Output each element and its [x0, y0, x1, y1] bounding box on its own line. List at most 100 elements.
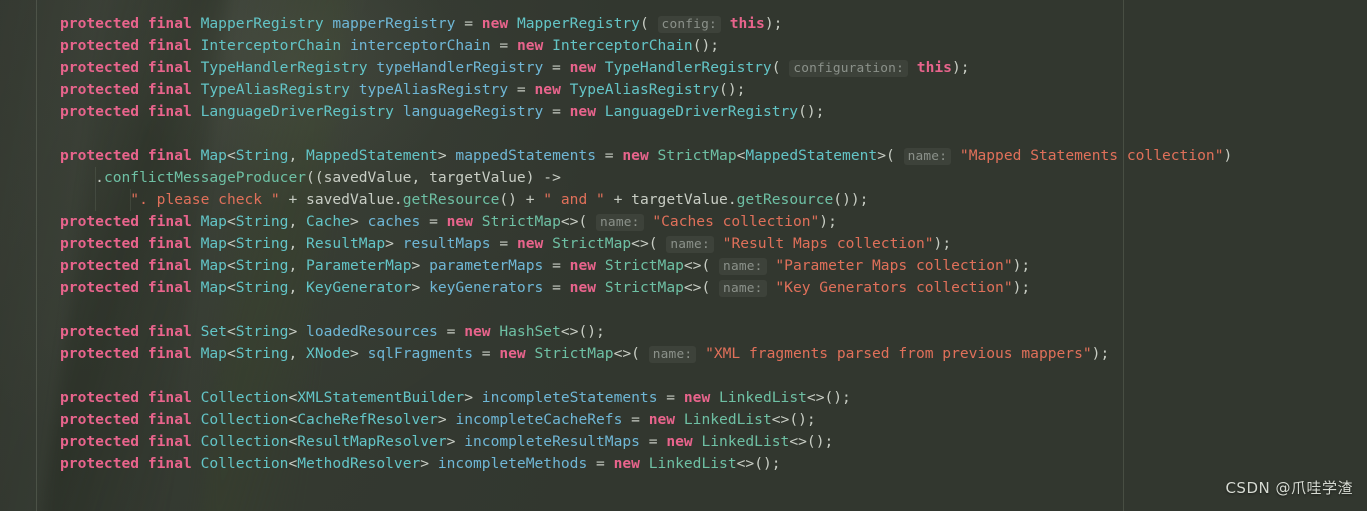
parameter-hint-chip[interactable]: name:: [596, 214, 644, 231]
code-token: "Caches collection": [652, 213, 820, 230]
code-token: <: [226, 147, 236, 164]
code-token: new: [622, 147, 649, 164]
code-token: ,: [288, 147, 307, 164]
line-result-maps[interactable]: protected final Map<String, ResultMap> r…: [0, 233, 1367, 255]
line-language-driver-registry[interactable]: protected final LanguageDriverRegistry l…: [0, 101, 1367, 123]
line-incomplete-cache-refs[interactable]: protected final Collection<CacheRefResol…: [0, 409, 1367, 431]
code-token: CacheRefResolver: [297, 411, 438, 428]
code-token: new: [516, 37, 544, 54]
code-token: Map: [200, 235, 227, 252]
code-token: incompleteCacheRefs: [455, 411, 623, 428]
code-token: protected final: [60, 257, 201, 274]
line-caches[interactable]: protected final Map<String, Cache> cache…: [0, 211, 1367, 233]
code-token: MapperRegistry: [516, 15, 640, 32]
line-interceptor-chain[interactable]: protected final InterceptorChain interce…: [0, 35, 1367, 57]
code-token: this: [916, 59, 952, 76]
code-token: MappedStatement: [306, 147, 438, 164]
line-type-alias-registry[interactable]: protected final TypeAliasRegistry typeAl…: [0, 79, 1367, 101]
code-token: new: [516, 235, 544, 252]
code-token: Cache: [306, 213, 350, 230]
code-token: >: [464, 389, 482, 406]
code-token: String: [235, 345, 289, 362]
code-token: ". please check ": [130, 191, 280, 208]
parameter-hint-chip[interactable]: config:: [657, 16, 721, 33]
code-token: ((: [306, 169, 324, 186]
code-token: TypeAliasRegistry: [200, 81, 350, 98]
line-sql-fragments[interactable]: protected final Map<String, XNode> sqlFr…: [0, 343, 1367, 365]
line-loaded-resources[interactable]: protected final Set<String> loadedResour…: [0, 321, 1367, 343]
code-token: new: [464, 323, 491, 340]
code-token: ResultMap: [306, 235, 386, 252]
parameter-hint-chip[interactable]: name:: [666, 236, 714, 253]
code-token: "Mapped Statements collection": [959, 147, 1224, 164]
code-token: "XML fragments parsed from previous mapp…: [705, 345, 1092, 362]
indent-guide: [95, 167, 96, 189]
line-mapped-statements[interactable]: protected final Map<String, MappedStatem…: [0, 145, 1367, 167]
indent-guide: [130, 189, 131, 211]
line-blank-2[interactable]: [0, 299, 1367, 321]
code-token: new: [569, 257, 597, 274]
code-token: Set: [200, 323, 227, 340]
code-token: protected final: [60, 389, 201, 406]
code-token: String: [235, 257, 289, 274]
parameter-hint-chip[interactable]: name:: [719, 258, 767, 275]
line-incomplete-statements[interactable]: protected final Collection<XMLStatementB…: [0, 387, 1367, 409]
code-token: >: [288, 323, 307, 340]
code-token: savedValue: [306, 191, 394, 208]
code-token: new: [666, 433, 693, 450]
code-token: StrictMap: [604, 257, 684, 274]
code-token: =: [508, 81, 535, 98]
code-token: );: [1012, 279, 1031, 296]
code-token: protected final: [60, 147, 201, 164]
code-token: <>();: [789, 433, 834, 450]
line-type-handler-registry[interactable]: protected final TypeHandlerRegistry type…: [0, 57, 1367, 79]
code-text-area[interactable]: protected final MapperRegistry mapperReg…: [0, 0, 1367, 497]
line-blank-1[interactable]: [0, 123, 1367, 145]
line-incomplete-result-maps[interactable]: protected final Collection<ResultMapReso…: [0, 431, 1367, 453]
code-token: XNode: [306, 345, 350, 362]
code-token: MethodResolver: [297, 455, 421, 472]
code-token: new: [534, 81, 561, 98]
code-token: +: [279, 191, 307, 208]
line-conflict-message-producer[interactable]: .conflictMessageProducer((savedValue, ta…: [0, 167, 1367, 189]
code-token: );: [933, 235, 952, 252]
code-token: .: [727, 191, 737, 208]
code-token: >: [446, 433, 465, 450]
code-token: languageRegistry: [402, 103, 544, 120]
line-key-generators[interactable]: protected final Map<String, KeyGenerator…: [0, 277, 1367, 299]
code-token: LanguageDriverRegistry: [200, 103, 394, 120]
code-token: new: [569, 103, 596, 120]
indent-guide: [95, 189, 96, 211]
line-conflict-message-body[interactable]: ". please check " + savedValue.getResour…: [0, 189, 1367, 211]
code-token: mappedStatements: [455, 147, 597, 164]
code-token: =: [455, 15, 482, 32]
line-parameter-maps[interactable]: protected final Map<String, ParameterMap…: [0, 255, 1367, 277]
code-token: String: [235, 213, 289, 230]
code-token: (: [639, 15, 649, 32]
code-token: <>(: [560, 213, 588, 230]
parameter-hint-chip[interactable]: name:: [903, 148, 952, 165]
line-mapper-registry[interactable]: protected final MapperRegistry mapperReg…: [0, 13, 1367, 35]
line-incomplete-methods[interactable]: protected final Collection<MethodResolve…: [0, 453, 1367, 475]
code-token: savedValue: [323, 169, 412, 186]
code-token: new: [613, 455, 640, 472]
code-token: <>(: [613, 345, 640, 362]
code-token: (: [771, 59, 781, 76]
parameter-hint-chip[interactable]: name:: [719, 280, 767, 297]
code-token: typeAliasRegistry: [358, 81, 509, 98]
code-token: StrictMap: [481, 213, 561, 230]
code-token: Collection: [200, 433, 289, 450]
line-blank-3[interactable]: [0, 365, 1367, 387]
code-token: +: [604, 191, 632, 208]
code-token: loadedResources: [306, 323, 438, 340]
parameter-hint-chip[interactable]: name:: [648, 346, 697, 363]
code-token: ,: [288, 279, 307, 296]
parameter-hint-chip[interactable]: configuration:: [789, 60, 908, 77]
line-blank-4[interactable]: [0, 475, 1367, 497]
